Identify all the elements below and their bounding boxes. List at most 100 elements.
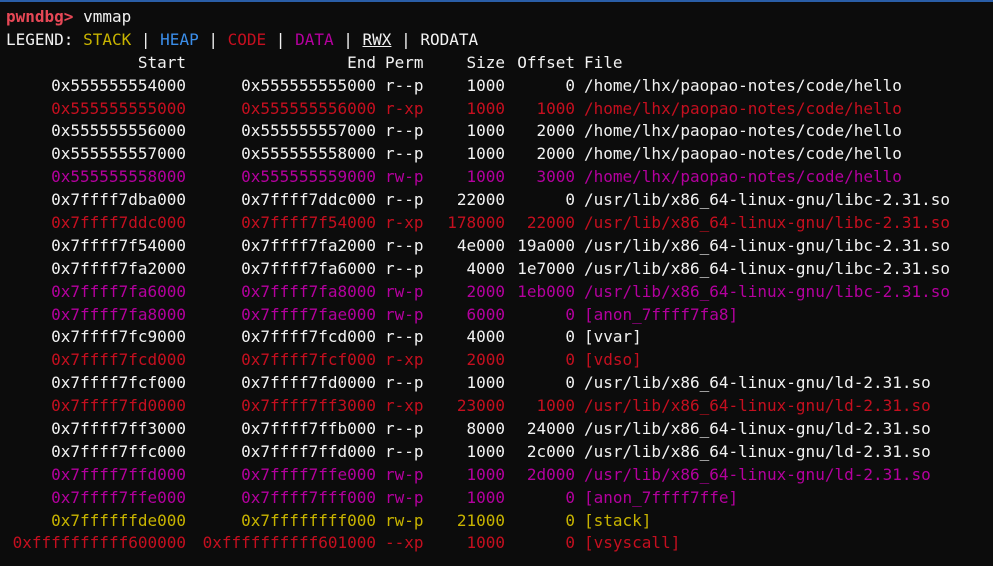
cell-file: [vdso]: [584, 350, 642, 370]
table-row: 0x555555558000 0x555555559000 rw-p 1000 3000…: [6, 166, 992, 189]
cell-file: /usr/lib/x86_64-linux-gnu/ld-2.31.so: [584, 464, 931, 484]
cell-offset: 2000: [536, 144, 575, 164]
cell-offset: 0: [565, 373, 575, 393]
cell-file: /usr/lib/x86_64-linux-gnu/ld-2.31.so: [584, 419, 931, 439]
cell-start: 0x7ffff7fc9000: [51, 327, 186, 347]
legend-line: LEGEND: STACK | HEAP | CODE | DATA | RWX…: [6, 29, 992, 52]
cell-size: 2000: [466, 281, 505, 301]
cell-size: 1000: [466, 167, 505, 187]
cell-perm: r-xp: [385, 213, 424, 233]
cell-offset: 0: [565, 327, 575, 347]
cell-offset: 2c000: [526, 441, 575, 461]
header-size: Size: [466, 52, 505, 72]
table-row: 0xffffffffff600000 0xffffffffff601000 --xp…: [6, 532, 992, 555]
table-row: 0x7ffff7fa2000 0x7ffff7fa6000 r--p 4000 1e70…: [6, 258, 992, 281]
cell-file: /home/lhx/paopao-notes/code/hello: [584, 75, 902, 95]
table-row: 0x7ffff7ff3000 0x7ffff7ffb000 r--p 8000 2400…: [6, 418, 992, 441]
legend-separator: |: [275, 29, 286, 49]
cell-start: 0x555555557000: [51, 144, 186, 164]
cell-end: 0x7ffff7fcd000: [241, 327, 376, 347]
cell-file: /usr/lib/x86_64-linux-gnu/ld-2.31.so: [584, 441, 931, 461]
cell-file: [vvar]: [584, 327, 642, 347]
cell-file: /home/lhx/paopao-notes/code/hello: [584, 144, 902, 164]
cell-start: 0x7ffff7fa6000: [51, 281, 186, 301]
cell-start: 0x555555555000: [51, 98, 186, 118]
cell-offset: 22000: [526, 213, 575, 233]
cell-size: 8000: [466, 419, 505, 439]
cell-start: 0xffffffffff600000: [12, 533, 186, 553]
legend-heap: HEAP: [160, 29, 199, 49]
cell-offset: 2000: [536, 121, 575, 141]
cell-start: 0x7ffff7fcd000: [51, 350, 186, 370]
legend-separator: |: [401, 29, 411, 49]
cell-perm: rw-p: [385, 510, 424, 530]
prompt-command: vmmap: [83, 7, 132, 26]
prompt-line: pwndbg> vmmap: [6, 6, 992, 29]
cell-start: 0x7ffff7ffd000: [51, 464, 186, 484]
cell-end: 0x7ffff7fae000: [241, 304, 376, 324]
table-row: 0x7ffff7ffd000 0x7ffff7ffe000 rw-p 1000 2d00…: [6, 464, 992, 487]
cell-start: 0x7ffff7fcf000: [51, 373, 186, 393]
cell-size: 1000: [466, 75, 505, 95]
table-row: 0x7ffffffde000 0x7ffffffff000 rw-p 21000 0 [s…: [6, 510, 992, 533]
cell-perm: rw-p: [385, 304, 424, 324]
header-offset: Offset: [517, 52, 575, 72]
table-row: 0x555555557000 0x555555558000 r--p 1000 2000…: [6, 143, 992, 166]
cell-size: 1000: [466, 98, 505, 118]
header-perm: Perm: [385, 52, 424, 72]
cell-size: 4000: [466, 327, 505, 347]
cell-perm: r--p: [385, 121, 424, 141]
cell-size: 1000: [466, 373, 505, 393]
legend-separator: |: [343, 29, 353, 49]
cell-start: 0x7ffffffde000: [51, 510, 186, 530]
cell-file: /usr/lib/x86_64-linux-gnu/ld-2.31.so: [584, 373, 931, 393]
cell-file: /home/lhx/paopao-notes/code/hello: [584, 98, 902, 118]
cell-end: 0x7ffff7f54000: [241, 213, 376, 233]
cell-perm: r--p: [385, 190, 424, 210]
terminal-output[interactable]: pwndbg> vmmap LEGEND: STACK | HEAP | COD…: [6, 6, 992, 555]
legend-rodata: RODATA: [420, 29, 479, 49]
table-row: 0x7ffff7fa6000 0x7ffff7fa8000 rw-p 2000 1eb0…: [6, 281, 992, 304]
cell-file: [anon_7ffff7fa8]: [584, 304, 739, 324]
cell-file: /usr/lib/x86_64-linux-gnu/ld-2.31.so: [584, 396, 931, 416]
cell-file: /usr/lib/x86_64-linux-gnu/libc-2.31.so: [584, 281, 951, 301]
cell-end: 0x7ffff7fd0000: [241, 373, 376, 393]
cell-perm: r--p: [385, 419, 424, 439]
cell-size: 178000: [447, 213, 505, 233]
legend-stack: STACK: [83, 29, 132, 49]
cell-start: 0x555555558000: [51, 167, 186, 187]
table-row: 0x7ffff7f54000 0x7ffff7fa2000 r--p 4e000 19a…: [6, 235, 992, 258]
cell-start: 0x555555554000: [51, 75, 186, 95]
cell-end: 0x555555557000: [241, 121, 376, 141]
table-row: 0x7ffff7fa8000 0x7ffff7fae000 rw-p 6000 0 [an…: [6, 304, 992, 327]
cell-offset: 2d000: [526, 464, 575, 484]
cell-size: 23000: [456, 396, 505, 416]
table-row: 0x7ffff7fcd000 0x7ffff7fcf000 r-xp 2000 0 [vd…: [6, 349, 992, 372]
cell-offset: 0: [565, 190, 575, 210]
cell-perm: r--p: [385, 258, 424, 278]
cell-perm: rw-p: [385, 487, 424, 507]
table-row: 0x7ffff7ddc000 0x7ffff7f54000 r-xp 178000 22…: [6, 212, 992, 235]
cell-offset: 0: [565, 487, 575, 507]
cell-size: 1000: [466, 487, 505, 507]
cell-end: 0x7ffff7fff000: [241, 487, 376, 507]
cell-offset: 1eb000: [517, 281, 575, 301]
cell-size: 1000: [466, 441, 505, 461]
cell-file: /usr/lib/x86_64-linux-gnu/libc-2.31.so: [584, 190, 951, 210]
cell-offset: 1000: [536, 98, 575, 118]
cell-perm: r--p: [385, 441, 424, 461]
cell-offset: 0: [565, 304, 575, 324]
cell-start: 0x7ffff7ffc000: [51, 441, 186, 461]
cell-end: 0x555555558000: [241, 144, 376, 164]
header-start: Start: [137, 52, 186, 72]
cell-start: 0x7ffff7fa8000: [51, 304, 186, 324]
legend-rwx: RWX: [362, 29, 392, 49]
mapping-table: 0x555555554000 0x555555555000 r--p 1000 0/ho…: [6, 75, 992, 556]
cell-size: 2000: [466, 350, 505, 370]
cell-file: [anon_7ffff7ffe]: [584, 487, 739, 507]
cell-end: 0x7ffff7fa8000: [241, 281, 376, 301]
cell-size: 1000: [466, 533, 505, 553]
cell-perm: r-xp: [385, 350, 424, 370]
table-row: 0x7ffff7fcf000 0x7ffff7fd0000 r--p 1000 0/us…: [6, 372, 992, 395]
table-row: 0x7ffff7fc9000 0x7ffff7fcd000 r--p 4000 0 [vv…: [6, 326, 992, 349]
